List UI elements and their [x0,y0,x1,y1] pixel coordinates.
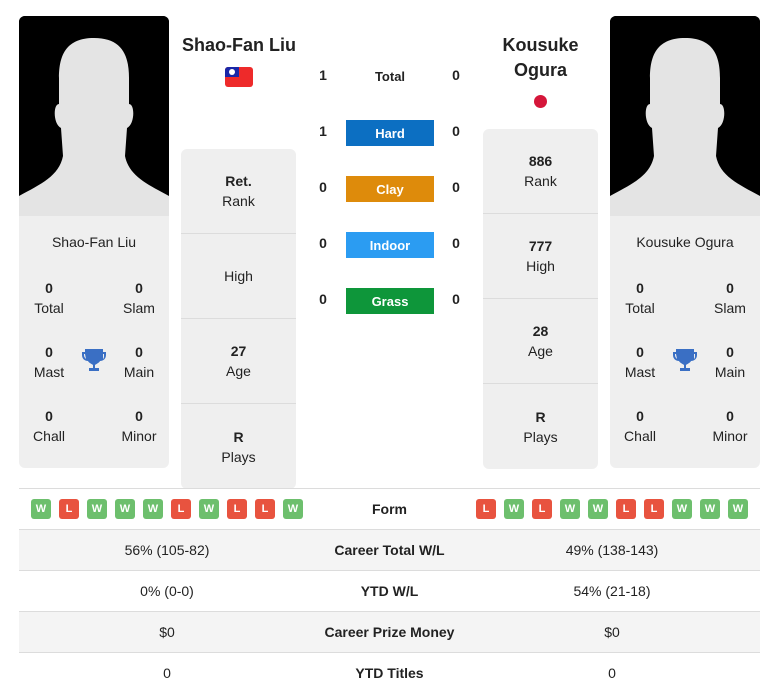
form-win-badge[interactable]: W [672,499,692,519]
table-row: 0 YTD Titles 0 [19,652,760,693]
player2-rank: 886 Rank [483,129,598,214]
player1-slam-titles: 0 Slam [123,280,155,316]
player1-ytd-wl: 0% (0-0) [140,583,194,599]
player1-total-titles: 0 Total [34,280,64,316]
comparison-table: WLWWWLWLLW Form LWLWWLLWWW 56% (105-82) … [19,488,760,693]
form-win-badge[interactable]: W [560,499,580,519]
player2-stats: 886 Rank 777 High 28 Age R Plays [483,129,598,469]
form-win-badge[interactable]: W [115,499,135,519]
h2h-hard-p2: 0 [452,123,460,139]
player1-ytd-titles: 0 [163,665,171,681]
player2-total-titles: 0 Total [625,280,655,316]
form-loss-badge[interactable]: L [644,499,664,519]
player2-titles-card: Kousuke Ogura 0 Total 0 Slam 0 Mast 0 Main 0… [610,216,760,468]
player2-age: 28 Age [483,299,598,384]
form-loss-badge[interactable]: L [616,499,636,519]
player1-stats: Ret. Rank High 27 Age R Plays [181,149,296,489]
h2h-grass-p2: 0 [452,291,460,307]
player1-card-name: Shao-Fan Liu [51,234,137,250]
player2-name[interactable]: Kousuke Ogura [483,33,598,83]
player1-age: 27 Age [181,319,296,404]
form-loss-badge[interactable]: L [255,499,275,519]
form-win-badge[interactable]: W [588,499,608,519]
player2-mast-titles: 0 Mast [624,344,656,380]
ytd-wl-label: YTD W/L [360,583,419,599]
player1-career-wl: 56% (105-82) [124,542,210,558]
form-win-badge[interactable]: W [87,499,107,519]
form-win-badge[interactable]: W [283,499,303,519]
player2-ytd-titles: 0 [608,665,616,681]
player2-high: 777 High [483,214,598,299]
player2-slam-titles: 0 Slam [714,280,746,316]
player1-mast-titles: 0 Mast [33,344,65,380]
form-label: Form [372,501,407,517]
career-wl-label: Career Total W/L [334,542,445,558]
surface-hard[interactable]: Hard [346,120,434,146]
h2h-clay-p2: 0 [452,179,460,195]
table-row: $0 Career Prize Money $0 [19,611,760,652]
surface-grass[interactable]: Grass [346,288,434,314]
player2-card-name: Kousuke Ogura [636,234,734,250]
form-win-badge[interactable]: W [504,499,524,519]
silhouette-icon [19,16,169,216]
player1-form: WLWWWLWLLW [19,499,315,519]
table-row: 0% (0-0) YTD W/L 54% (21-18) [19,570,760,611]
player2-ytd-wl: 54% (21-18) [573,583,651,599]
player2-name-line1: Kousuke [502,35,579,55]
player1-chall-titles: 0 Chall [33,408,65,444]
prize-label: Career Prize Money [324,624,455,640]
player1-high: High [181,234,296,319]
player1-titles-card: Shao-Fan Liu 0 Total 0 Slam 0 Mast 0 Main 0C… [19,216,169,468]
japan-flag-icon [534,95,547,108]
ytd-titles-label: YTD Titles [355,665,424,681]
trophy-icon [82,347,106,378]
form-row: WLWWWLWLLW Form LWLWWLLWWW [19,488,760,529]
form-loss-badge[interactable]: L [532,499,552,519]
player2-plays: R Plays [523,408,558,445]
player2-main-titles: 0 Main [714,344,746,380]
player2-photo [610,16,760,216]
player2-name-line2: Ogura [513,60,567,80]
form-win-badge[interactable]: W [31,499,51,519]
player1-main-titles: 0 Main [123,344,155,380]
player1-minor-titles: 0 Minor [121,408,157,444]
surface-indoor[interactable]: Indoor [346,232,434,258]
h2h-indoor-p1: 0 [319,235,327,251]
trophy-icon [673,347,697,378]
silhouette-icon [610,16,760,216]
h2h-clay-p1: 0 [319,179,327,195]
player1-plays: R Plays [221,428,256,465]
form-loss-badge[interactable]: L [227,499,247,519]
player1-prize: $0 [159,624,175,640]
taiwan-flag-icon [225,67,253,87]
player1-rank: Ret. Rank [181,149,296,234]
player2-chall-titles: 0 Chall [624,408,656,444]
table-row: 56% (105-82) Career Total W/L 49% (138-1… [19,529,760,570]
h2h-total-p1: 1 [319,67,327,83]
form-win-badge[interactable]: W [700,499,720,519]
player2-minor-titles: 0 Minor [712,408,748,444]
h2h-grass-p1: 0 [319,291,327,307]
h2h-hard-p1: 1 [319,123,327,139]
surface-clay[interactable]: Clay [346,176,434,202]
form-loss-badge[interactable]: L [476,499,496,519]
h2h-total-p2: 0 [452,67,460,83]
player1-name[interactable]: Shao-Fan Liu [179,33,299,58]
form-loss-badge[interactable]: L [59,499,79,519]
form-loss-badge[interactable]: L [171,499,191,519]
form-win-badge[interactable]: W [143,499,163,519]
player2-career-wl: 49% (138-143) [565,542,659,558]
h2h-indoor-p2: 0 [452,235,460,251]
player1-photo [19,16,169,216]
form-win-badge[interactable]: W [728,499,748,519]
player2-form: LWLWWLLWWW [464,499,760,519]
player2-prize: $0 [604,624,620,640]
h2h-total-label: Total [374,69,406,84]
form-win-badge[interactable]: W [199,499,219,519]
